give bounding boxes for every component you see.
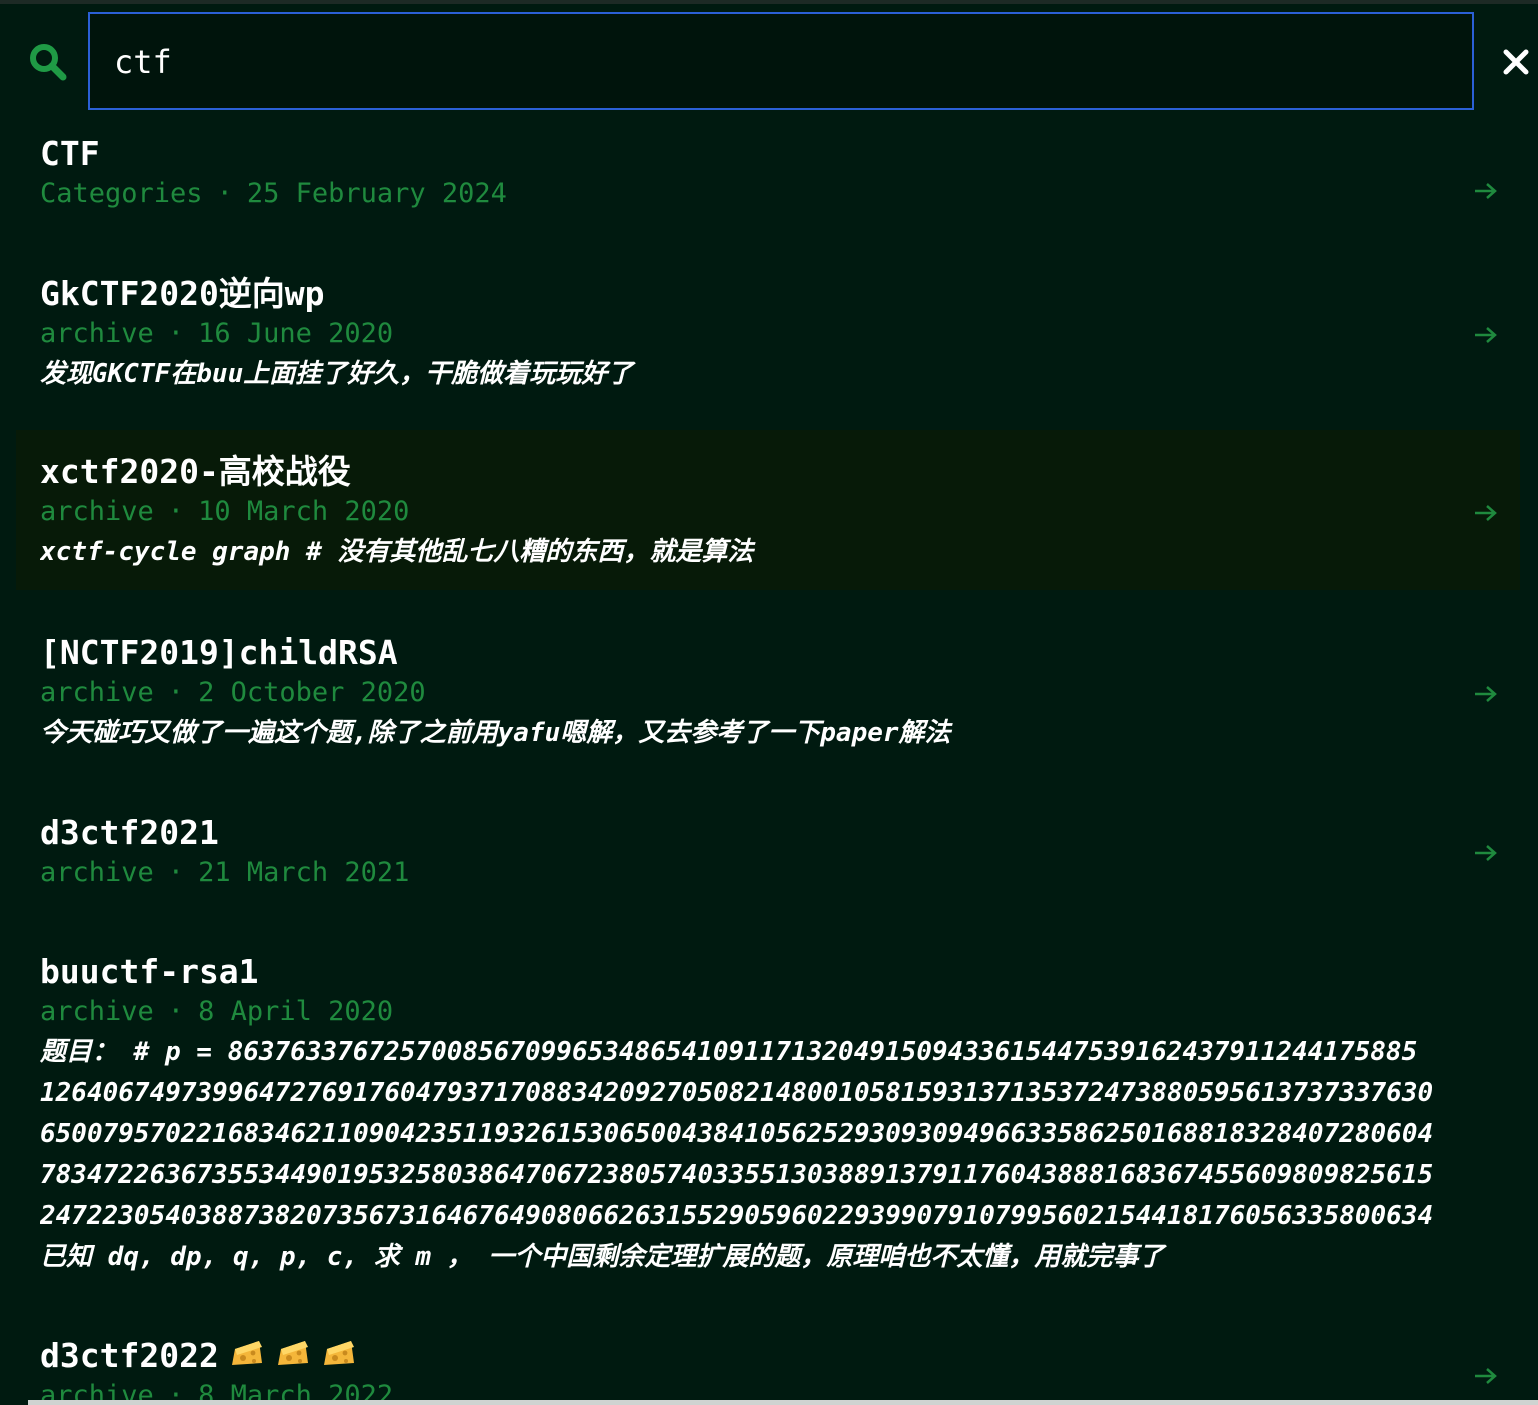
result-meta: archive · 16 June 2020	[40, 314, 1520, 354]
result-meta: archive · 8 April 2020	[40, 992, 1520, 1032]
meta-separator: ·	[167, 996, 185, 1027]
result-date: 25 February 2024	[246, 178, 507, 209]
search-input[interactable]	[114, 40, 1414, 84]
result-section: archive	[40, 857, 154, 888]
result-section: archive	[40, 677, 154, 708]
result-meta: archive · 2 October 2020	[40, 673, 1520, 713]
result-section: archive	[40, 996, 154, 1027]
result-title: d3ctf2022	[40, 1335, 1520, 1376]
result-title: d3ctf2021	[40, 813, 219, 852]
search-result-active[interactable]: xctf2020-高校战役 archive · 10 March 2020 xctf…	[16, 430, 1520, 590]
search-box[interactable]	[88, 12, 1474, 110]
search-result[interactable]: d3ctf2021 archive · 21 March 2021	[16, 813, 1520, 923]
result-meta: archive · 10 March 2020	[40, 492, 1520, 532]
result-title-text: d3ctf2022	[40, 1336, 219, 1375]
result-title: [NCTF2019]childRSA	[40, 633, 398, 672]
meta-separator: ·	[167, 677, 185, 708]
cheese-emoji	[231, 1341, 262, 1365]
arrow-right-icon	[1475, 1368, 1497, 1384]
search-result[interactable]: d3ctf2022 archive · 8 March 2022	[16, 1335, 1520, 1405]
search-result[interactable]: GkCTF2020逆向wp archive · 16 June 2020 发现GKC…	[16, 274, 1520, 414]
result-meta: archive · 21 March 2021	[40, 853, 1520, 893]
result-section: archive	[40, 496, 154, 527]
search-icon	[30, 44, 67, 81]
result-title: buuctf-rsa1	[40, 952, 259, 991]
result-date: 2 October 2020	[198, 677, 426, 708]
result-excerpt: xctf-cycle graph # 没有其他乱七八糟的东西，就是算法	[40, 537, 754, 567]
meta-separator: ·	[216, 178, 233, 209]
result-section: Categories	[40, 178, 203, 209]
result-date: 8 April 2020	[198, 996, 394, 1027]
result-excerpt: 今天碰巧又做了一遍这个题,除了之前用yafu嗯解，又去参考了一下paper解法	[40, 718, 951, 748]
meta-separator: ·	[167, 857, 185, 888]
result-date: 10 March 2020	[198, 496, 410, 527]
search-result[interactable]: [NCTF2019]childRSA archive · 2 October 202…	[16, 633, 1520, 773]
result-excerpt: 发现GKCTF在buu上面挂了好久，干脆做着玩玩好了	[40, 359, 634, 389]
cheese-emoji	[323, 1341, 354, 1365]
meta-separator: ·	[167, 496, 185, 527]
arrow-right-icon	[1475, 686, 1497, 702]
result-excerpt-line: 1264067497399647276917604793717088342092…	[40, 1078, 1434, 1108]
arrow-right-icon	[1475, 327, 1497, 343]
result-title: CTF	[40, 134, 100, 173]
result-excerpt-line: 6500795702216834621109042351193261530650…	[40, 1119, 1434, 1149]
result-excerpt-line: 已知 dq, dp, q, p, c, 求 m ， 一个中国剩余定理扩展的题，原…	[40, 1242, 1165, 1272]
result-date: 16 June 2020	[198, 318, 394, 349]
search-result[interactable]: CTF Categories · 25 February 2024	[16, 134, 1520, 244]
search-bar	[0, 0, 1538, 120]
result-excerpt-line: 题目： # p = 863763376725700856709965348654…	[40, 1037, 1418, 1067]
result-section: archive	[40, 318, 154, 349]
arrow-right-icon	[1475, 505, 1497, 521]
result-date: 21 March 2021	[198, 857, 410, 888]
result-title: GkCTF2020逆向wp	[40, 274, 325, 313]
search-result[interactable]: buuctf-rsa1 archive · 8 April 2020 题目： # p…	[16, 952, 1520, 1282]
close-icon[interactable]	[1500, 46, 1532, 78]
result-meta: Categories · 25 February 2024	[40, 174, 1520, 214]
result-title: xctf2020-高校战役	[40, 452, 351, 491]
cheese-emoji	[277, 1341, 308, 1365]
result-excerpt-line: 7834722636735534490195325803864706723805…	[40, 1160, 1434, 1190]
result-excerpt-line: 2472230540388738207356731646764908066263…	[40, 1201, 1434, 1231]
meta-separator: ·	[167, 318, 185, 349]
arrow-right-icon	[1475, 845, 1497, 861]
horizontal-scrollbar[interactable]	[28, 1400, 1538, 1405]
arrow-right-icon	[1475, 183, 1497, 199]
